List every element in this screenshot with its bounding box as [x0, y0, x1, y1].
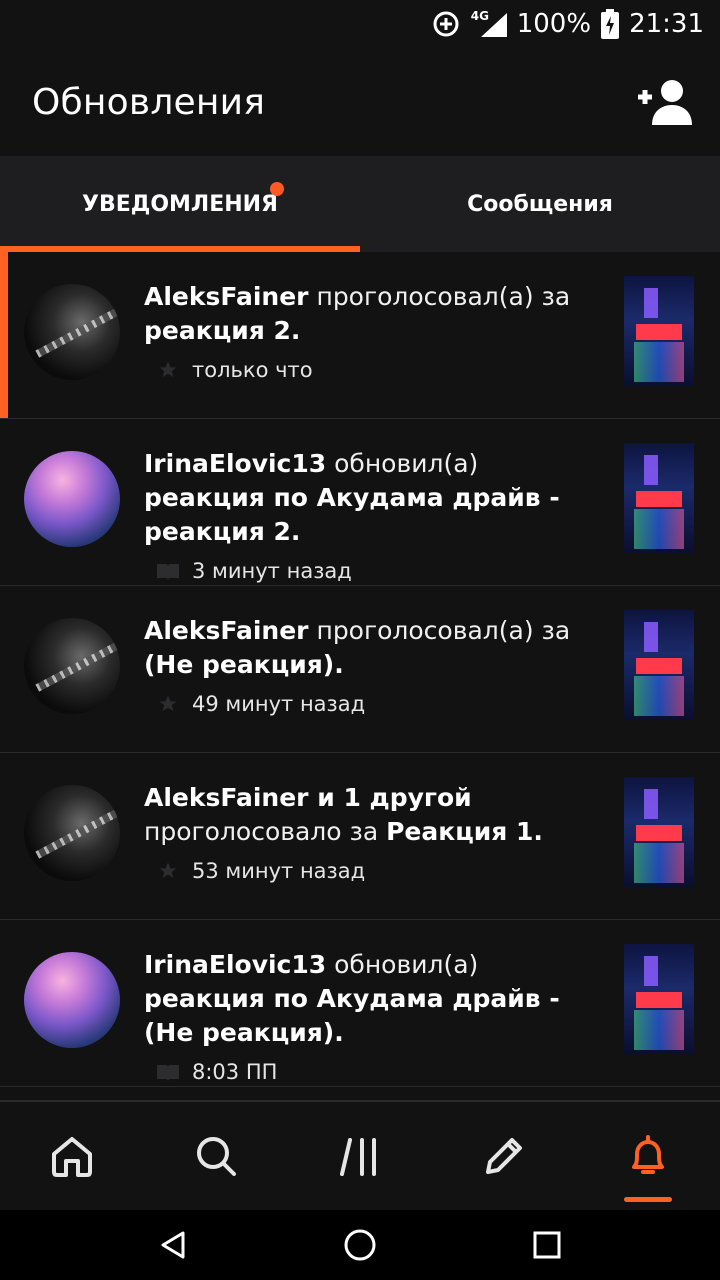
- notification-action: обновил(а): [334, 449, 479, 478]
- list-item[interactable]: AleksFainer проголосовал(а) за (Не реакц…: [0, 586, 720, 753]
- notification-text: AleksFainer проголосовал(а) за (Не реакц…: [144, 614, 604, 682]
- write-icon: [486, 1138, 522, 1174]
- notification-action: проголосовал(а) за: [316, 616, 571, 645]
- notification-time: 8:03 ПП: [192, 1060, 278, 1084]
- page-title: Обновления: [32, 81, 266, 123]
- star-icon: [156, 859, 180, 883]
- search-icon: [197, 1137, 236, 1176]
- notification-target[interactable]: (Не реакция).: [144, 650, 344, 679]
- signal-icon: 4G: [471, 9, 507, 39]
- list-item[interactable]: IrinaElovic13 обновил(а) реакция по Акуд…: [0, 419, 720, 586]
- notification-time: 3 минут назад: [192, 559, 352, 583]
- notification-target[interactable]: реакция 2.: [144, 316, 300, 345]
- person-add-icon: [638, 80, 692, 125]
- book-icon: [156, 1060, 180, 1084]
- tab-bar: УВЕДОМЛЕНИЯ Сообщения: [0, 156, 720, 252]
- notification-user[interactable]: IrinaElovic13: [144, 950, 326, 979]
- notification-text: IrinaElovic13 обновил(а) реакция по Акуд…: [144, 948, 604, 1050]
- notification-list[interactable]: AleksFainer проголосовал(а) за реакция 2…: [0, 252, 720, 1100]
- app-bar: Обновления: [0, 48, 720, 156]
- system-recents-button[interactable]: [517, 1215, 577, 1275]
- notification-time: 53 минут назад: [192, 859, 366, 883]
- story-cover[interactable]: [624, 443, 694, 553]
- tab-notifications[interactable]: УВЕДОМЛЕНИЯ: [0, 156, 360, 252]
- tab-messages[interactable]: Сообщения: [360, 156, 720, 252]
- add-user-button[interactable]: [632, 70, 696, 134]
- list-item[interactable]: AleksFainer проголосовал(а) за реакция 2…: [0, 252, 720, 419]
- notification-text: IrinaElovic13 обновил(а) реакция по Акуд…: [144, 447, 604, 549]
- avatar[interactable]: [24, 785, 120, 881]
- story-cover[interactable]: [624, 944, 694, 1054]
- book-icon: [156, 559, 180, 583]
- avatar[interactable]: [24, 451, 120, 547]
- list-item[interactable]: AleksFainer и 1 другой проголосовало за …: [0, 753, 720, 920]
- nav-search-button[interactable]: [144, 1102, 288, 1210]
- notification-action: проголосовало за: [144, 817, 379, 846]
- notification-user[interactable]: AleksFainer и 1 другой: [144, 783, 472, 812]
- notification-user[interactable]: AleksFainer: [144, 282, 309, 311]
- tab-messages-label: Сообщения: [467, 191, 613, 217]
- system-home-button[interactable]: [330, 1215, 390, 1275]
- recents-icon: [533, 1231, 561, 1259]
- clock: 21:31: [629, 9, 704, 39]
- tab-notifications-label: УВЕДОМЛЕНИЯ: [81, 191, 278, 217]
- system-back-button[interactable]: [143, 1215, 203, 1275]
- notification-action: обновил(а): [334, 950, 479, 979]
- star-icon: [156, 358, 180, 382]
- notification-text: AleksFainer и 1 другой проголосовало за …: [144, 781, 604, 849]
- status-bar: 4G 100% 21:31: [0, 0, 720, 48]
- notification-user[interactable]: IrinaElovic13: [144, 449, 326, 478]
- notification-target[interactable]: реакция по Акудама драйв - реакция 2.: [144, 483, 560, 546]
- battery-charging-icon: [601, 9, 620, 39]
- story-cover[interactable]: [624, 777, 694, 887]
- library-icon: [340, 1138, 376, 1176]
- notification-target[interactable]: Реакция 1.: [386, 817, 543, 846]
- notification-time: 49 минут назад: [192, 692, 366, 716]
- star-icon: [156, 692, 180, 716]
- home-circle-icon: [344, 1229, 376, 1261]
- list-item[interactable]: IrinaElovic13 обновил(а) реакция по Акуд…: [0, 920, 720, 1087]
- story-cover[interactable]: [624, 276, 694, 386]
- notification-time: только что: [192, 358, 313, 382]
- avatar[interactable]: [24, 952, 120, 1048]
- data-saver-icon: [431, 9, 461, 39]
- bell-icon: [632, 1135, 664, 1174]
- nav-write-button[interactable]: [432, 1102, 576, 1210]
- battery-percent: 100%: [516, 9, 592, 39]
- avatar[interactable]: [24, 618, 120, 714]
- nav-home-button[interactable]: [0, 1102, 144, 1210]
- nav-notifications-button[interactable]: [576, 1102, 720, 1210]
- story-cover[interactable]: [624, 610, 694, 720]
- bottom-navigation: [0, 1100, 720, 1210]
- system-navigation: [0, 1210, 720, 1280]
- notification-text: AleksFainer проголосовал(а) за реакция 2…: [144, 280, 604, 348]
- home-icon: [52, 1137, 92, 1177]
- notification-action: проголосовал(а) за: [316, 282, 571, 311]
- unread-dot-badge: [270, 182, 284, 196]
- notification-target[interactable]: реакция по Акудама драйв - (Не реакция).: [144, 984, 560, 1047]
- avatar[interactable]: [24, 284, 120, 380]
- notification-user[interactable]: AleksFainer: [144, 616, 309, 645]
- nav-library-button[interactable]: [288, 1102, 432, 1210]
- back-icon: [161, 1231, 185, 1259]
